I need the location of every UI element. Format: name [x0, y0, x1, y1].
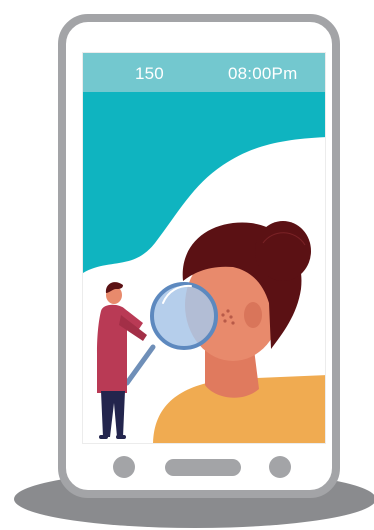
doctor-shoe-right — [116, 435, 126, 439]
back-button[interactable] — [113, 456, 135, 478]
status-count: 150 — [135, 64, 164, 83]
patient-hair-bun — [255, 221, 311, 281]
doctor-pants — [101, 391, 125, 437]
dermatologist-illustration — [83, 92, 325, 443]
patient-ear — [244, 302, 262, 328]
magnifier-lens — [150, 282, 218, 350]
doctor-shoe-left — [99, 435, 108, 439]
phone-screen: 150 08:00Pm — [82, 52, 326, 444]
status-bar: 150 08:00Pm — [83, 53, 325, 92]
status-time: 08:00Pm — [228, 64, 298, 83]
doctor-coat — [97, 304, 143, 393]
recent-apps-button[interactable] — [269, 456, 291, 478]
home-button[interactable] — [165, 459, 241, 476]
magnifier-handle — [124, 344, 156, 386]
phone-mockup: 150 08:00Pm — [0, 0, 374, 530]
